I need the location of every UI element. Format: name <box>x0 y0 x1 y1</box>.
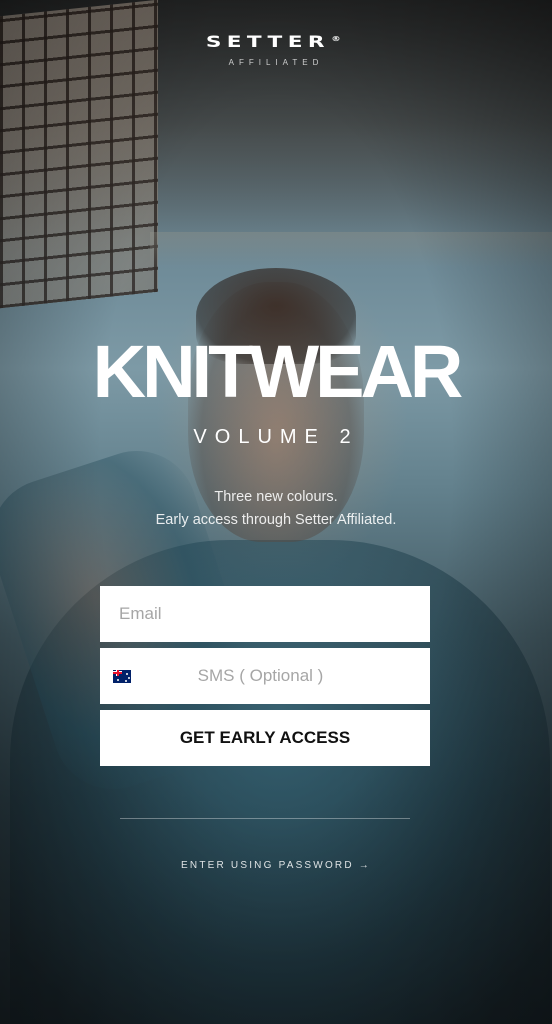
hero-headline: KNITWEAR <box>92 330 464 413</box>
brand-subtitle: AFFILIATED <box>228 58 324 67</box>
divider <box>120 818 410 819</box>
australia-flag-icon[interactable] <box>113 669 131 683</box>
hero-description: Three new colours. Early access through … <box>0 486 552 532</box>
hero-description-line-1: Three new colours. <box>214 489 338 505</box>
sms-field-row <box>100 648 430 704</box>
email-field[interactable] <box>100 586 430 642</box>
registered-mark: ® <box>331 34 347 43</box>
get-early-access-button[interactable]: GET EARLY ACCESS <box>100 710 430 766</box>
enter-using-password-link[interactable]: ENTER USING PASSWORD → <box>0 860 552 871</box>
landing-page: SETTER® AFFILIATED KNITWEAR VOLUME 2 Thr… <box>0 0 552 1024</box>
brand-logo: SETTER® AFFILIATED <box>0 32 552 67</box>
hero-description-line-2: Early access through Setter Affiliated. <box>155 512 397 528</box>
hero-volume: VOLUME 2 <box>193 426 359 448</box>
brand-logo-wordmark: SETTER® <box>206 32 346 51</box>
brand-name: SETTER <box>205 32 330 51</box>
sms-input[interactable] <box>131 648 430 704</box>
